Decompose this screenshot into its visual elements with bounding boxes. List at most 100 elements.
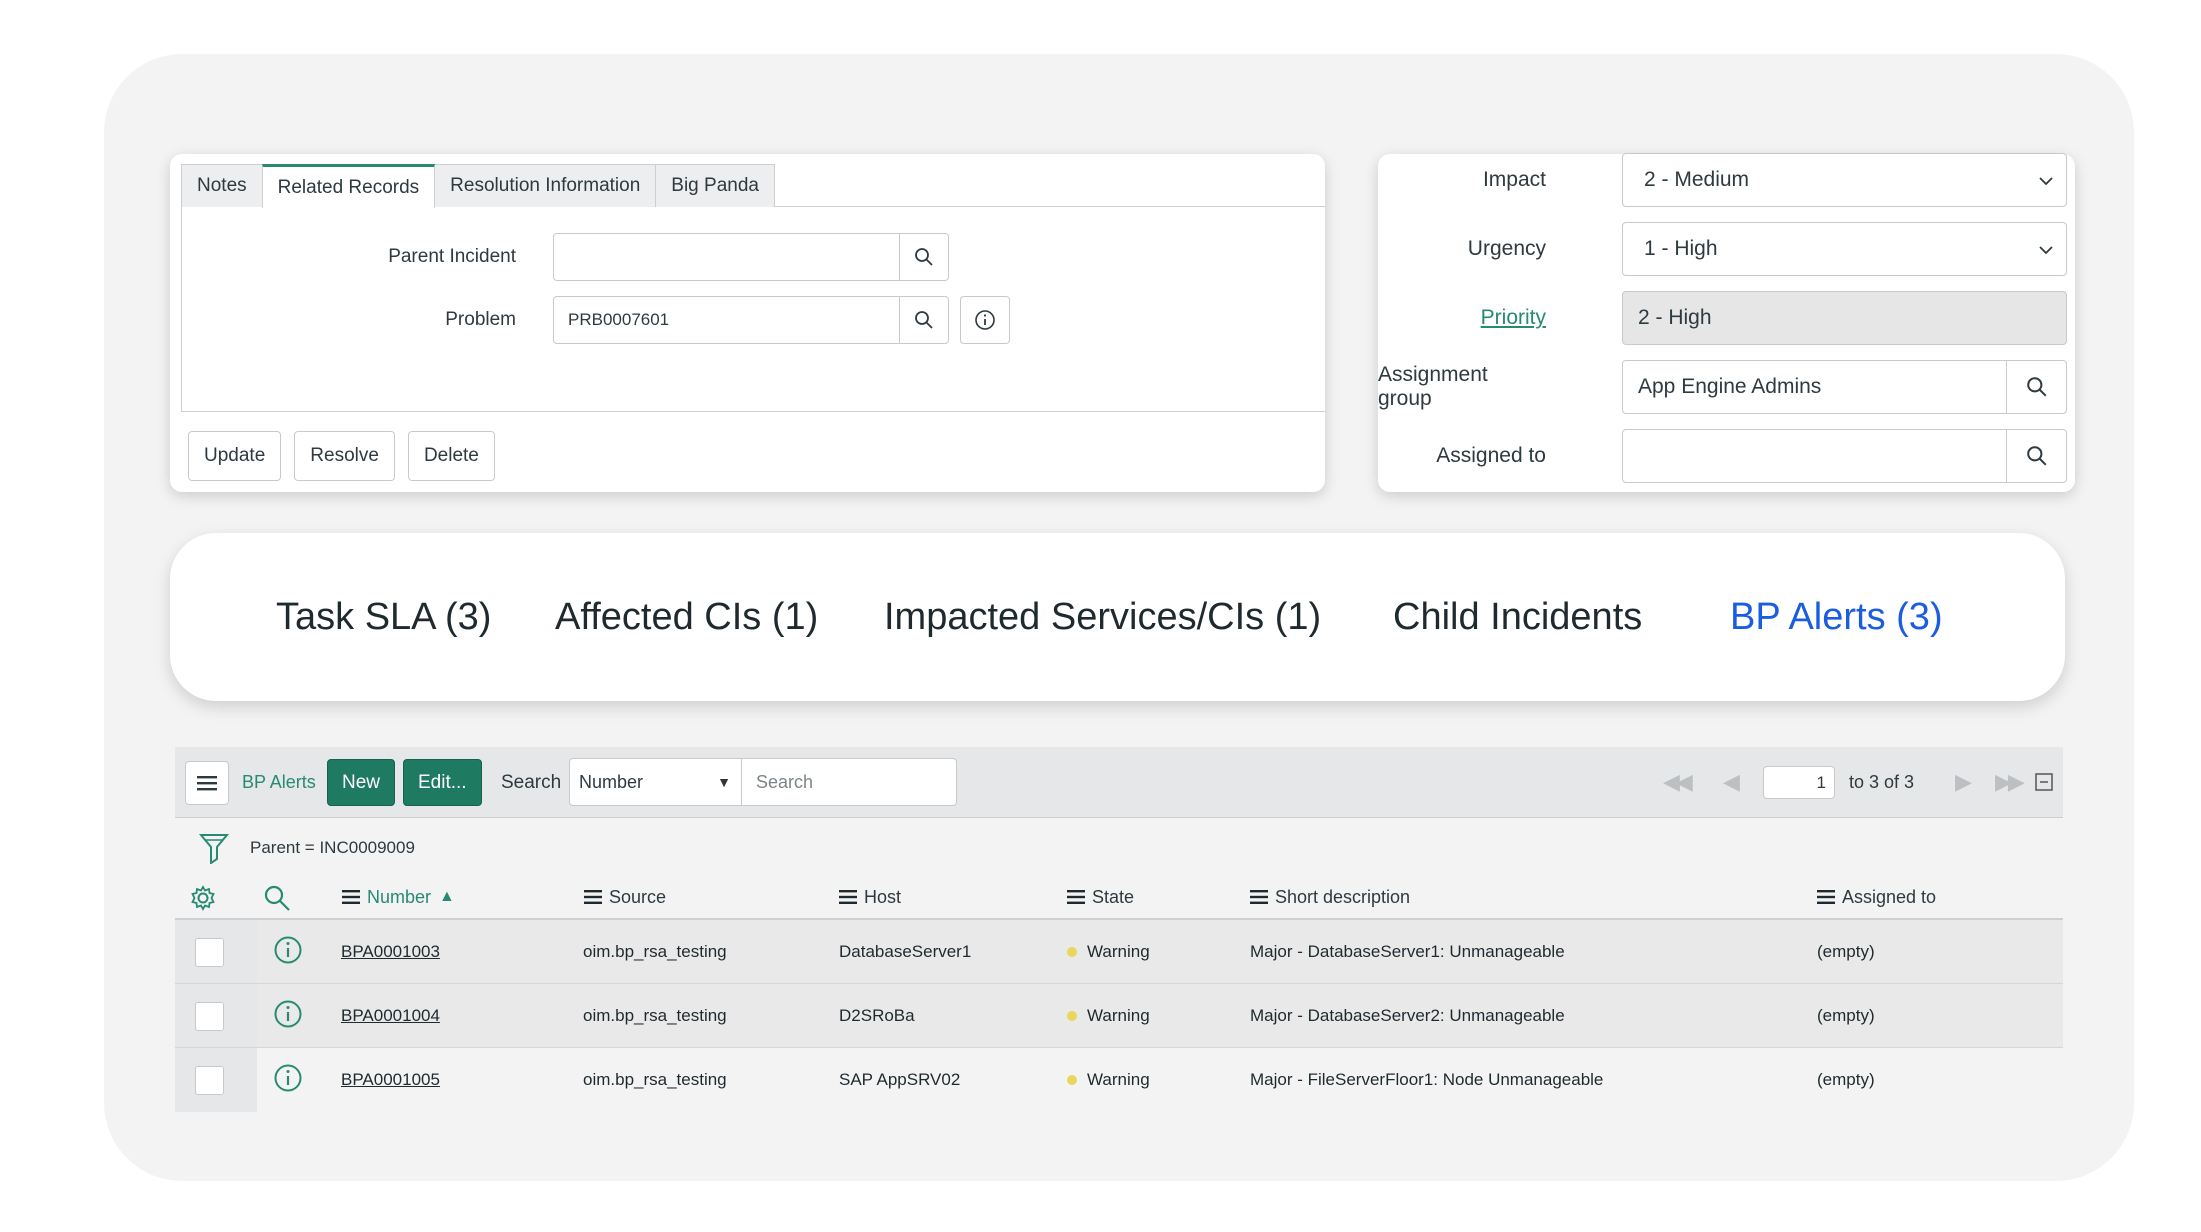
- warning-dot-icon: [1067, 1011, 1077, 1021]
- assigned-to-input[interactable]: [1622, 429, 2007, 483]
- list-column-header: Number ▲ Source Host State Short descrip…: [175, 874, 2063, 920]
- column-assigned-to[interactable]: Assigned to: [1817, 874, 1936, 920]
- assigned-to-label: Assigned to: [1436, 444, 1546, 467]
- tab-related-records[interactable]: Related Records: [261, 164, 436, 208]
- tab-child-incidents[interactable]: Child Incidents: [1393, 533, 1642, 701]
- info-icon[interactable]: [273, 935, 303, 965]
- row-number-link[interactable]: BPA0001004: [341, 984, 440, 1048]
- problem-preview-button[interactable]: [960, 296, 1010, 344]
- info-icon[interactable]: [273, 1063, 303, 1093]
- update-button[interactable]: Update: [188, 431, 282, 481]
- assignment-group-lookup-button[interactable]: [2006, 360, 2067, 414]
- column-source-label: Source: [609, 886, 667, 907]
- impact-label: Impact: [1482, 168, 1546, 191]
- column-source[interactable]: Source: [584, 874, 666, 920]
- row-number-link[interactable]: BPA0001003: [341, 920, 440, 984]
- column-number-label: Number: [367, 886, 432, 907]
- row-checkbox[interactable]: [195, 938, 224, 967]
- column-state-label: State: [1092, 886, 1135, 907]
- collapse-list-icon[interactable]: [2035, 773, 2053, 791]
- row-host: D2SRoBa: [839, 1006, 915, 1025]
- tab-notes[interactable]: Notes: [181, 164, 263, 207]
- priority-link[interactable]: Priority: [1481, 291, 1546, 345]
- chevron-down-icon: [2039, 246, 2053, 255]
- search-icon[interactable]: [263, 884, 291, 912]
- problem-lookup-button[interactable]: [899, 296, 949, 344]
- filter-breadcrumb[interactable]: Parent = INC0009009: [250, 838, 415, 858]
- problem-row: Problem PRB0007601: [182, 296, 1325, 344]
- tab-impacted-services[interactable]: Impacted Services/CIs (1): [884, 533, 1321, 701]
- gear-icon[interactable]: [189, 884, 217, 912]
- assignment-group-label: Assignment group: [1378, 363, 1488, 410]
- row-host: DatabaseServer1: [839, 942, 972, 961]
- table-row: BPA0001005 oim.bp_rsa_testing SAP AppSRV…: [175, 1048, 2063, 1112]
- row-checkbox[interactable]: [195, 1066, 224, 1095]
- assigned-to-row: Assigned to: [1378, 429, 2075, 483]
- page-range-text: to 3 of 3: [1849, 772, 1915, 792]
- form-actions: Update Resolve Delete: [188, 431, 495, 481]
- list-title[interactable]: BP Alerts: [242, 747, 316, 818]
- row-source: oim.bp_rsa_testing: [583, 942, 727, 961]
- parent-incident-label: Parent Incident: [388, 246, 516, 267]
- assigned-to-lookup-button[interactable]: [2006, 429, 2067, 483]
- row-assigned-to: (empty): [1817, 942, 1875, 961]
- next-page-icon[interactable]: ▶: [1955, 771, 1972, 793]
- delete-button[interactable]: Delete: [407, 431, 495, 481]
- parent-incident-input[interactable]: [553, 233, 900, 281]
- prev-page-icon[interactable]: ◀: [1723, 771, 1740, 793]
- column-menu-icon: [342, 890, 360, 904]
- info-icon[interactable]: [273, 999, 303, 1029]
- column-state[interactable]: State: [1067, 874, 1134, 920]
- urgency-select[interactable]: 1 - High: [1622, 222, 2067, 276]
- urgency-value: 1 - High: [1644, 237, 1718, 260]
- row-host: SAP AppSRV02: [839, 1070, 961, 1089]
- info-icon: [975, 310, 995, 330]
- page-input[interactable]: 1: [1763, 766, 1835, 799]
- tab-task-sla[interactable]: Task SLA (3): [276, 533, 491, 701]
- list-menu-button[interactable]: [185, 761, 229, 805]
- form-body: Parent Incident Problem PRB0007601: [181, 207, 1325, 412]
- tab-affected-cis[interactable]: Affected CIs (1): [555, 533, 818, 701]
- column-host[interactable]: Host: [839, 874, 901, 920]
- tab-bp-alerts[interactable]: BP Alerts (3): [1730, 533, 1943, 701]
- warning-dot-icon: [1067, 947, 1077, 957]
- row-assigned-to: (empty): [1817, 1070, 1875, 1089]
- tab-big-panda[interactable]: Big Panda: [655, 164, 775, 207]
- problem-input[interactable]: PRB0007601: [553, 296, 900, 344]
- row-state: Warning: [1067, 984, 1150, 1048]
- first-page-icon[interactable]: ◀◀: [1663, 771, 1693, 793]
- chevron-down-icon: [2039, 177, 2053, 186]
- related-records-form: Notes Related Records Resolution Informa…: [170, 154, 1325, 492]
- priority-field: 2 - High: [1622, 291, 2067, 345]
- impact-row: Impact 2 - Medium: [1378, 153, 2075, 207]
- search-input[interactable]: Search: [741, 758, 957, 806]
- row-state-label: Warning: [1087, 1070, 1150, 1089]
- row-state: Warning: [1067, 1048, 1150, 1112]
- new-button[interactable]: New: [327, 759, 396, 806]
- row-checkbox[interactable]: [195, 1002, 224, 1031]
- tab-resolution-information[interactable]: Resolution Information: [434, 164, 657, 207]
- parent-incident-lookup-button[interactable]: [899, 233, 949, 281]
- form-tabbar: Notes Related Records Resolution Informa…: [181, 164, 1325, 208]
- list-toolbar: BP Alerts New Edit... Search Number ▼ Se…: [175, 747, 2063, 818]
- resolve-button[interactable]: Resolve: [294, 431, 395, 481]
- row-source: oim.bp_rsa_testing: [583, 1006, 727, 1025]
- assignment-group-input[interactable]: App Engine Admins: [1622, 360, 2007, 414]
- column-number[interactable]: Number ▲: [342, 874, 455, 920]
- column-menu-icon: [584, 890, 602, 904]
- column-short-description[interactable]: Short description: [1250, 874, 1410, 920]
- search-field-select[interactable]: Number ▼: [569, 758, 742, 806]
- table-row: BPA0001004 oim.bp_rsa_testing D2SRoBa Wa…: [175, 984, 2063, 1048]
- hamburger-icon: [197, 776, 217, 791]
- urgency-row: Urgency 1 - High: [1378, 222, 2075, 276]
- column-short-description-label: Short description: [1275, 886, 1411, 907]
- problem-label: Problem: [445, 309, 516, 330]
- column-menu-icon: [1817, 890, 1835, 904]
- edit-button[interactable]: Edit...: [403, 759, 482, 806]
- sort-ascending-icon: ▲: [439, 888, 455, 905]
- filter-icon[interactable]: [199, 832, 229, 864]
- row-number-link[interactable]: BPA0001005: [341, 1048, 440, 1112]
- column-assigned-to-label: Assigned to: [1842, 886, 1937, 907]
- last-page-icon[interactable]: ▶▶: [1995, 771, 2025, 793]
- impact-select[interactable]: 2 - Medium: [1622, 153, 2067, 207]
